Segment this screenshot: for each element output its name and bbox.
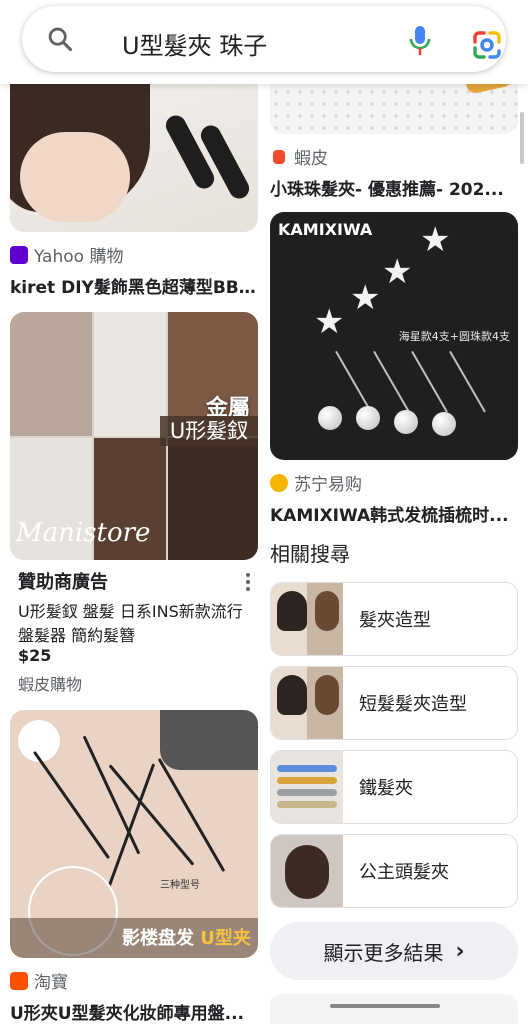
image-tile: [94, 312, 166, 436]
model-face: [20, 132, 130, 222]
related-search-label: 鐵髮夾: [359, 778, 413, 799]
related-searches-heading: 相關搜尋: [270, 542, 350, 566]
image-overlay-text: 海星款4支+圆珠款4支: [398, 330, 510, 343]
result-title[interactable]: U形夾U型髮夾化妝師專用盤...: [10, 999, 258, 1024]
related-thumbnail: [271, 583, 343, 655]
starfish-shape: ★: [314, 302, 345, 342]
show-more-results-button[interactable]: 顯示更多結果 ›: [270, 922, 518, 980]
result-card[interactable]: 苏宁易购 KAMIXIWA韩式发梳插梳时...: [270, 470, 518, 526]
result-card[interactable]: 蝦皮 小珠珠髮夾- 優惠推薦- 202...: [270, 144, 518, 200]
pearl-shape: [356, 406, 380, 430]
taobao-favicon-icon: [10, 971, 28, 990]
search-box[interactable]: U型髮夾 珠子: [22, 6, 506, 72]
result-source: Yahoo 購物: [10, 242, 258, 267]
store-name: 蝦皮購物: [18, 675, 83, 694]
shopee-favicon-icon: [273, 149, 285, 164]
hair-pin-shape: [157, 757, 226, 873]
search-query[interactable]: U型髮夾 珠子: [122, 26, 267, 61]
related-thumbnail: [271, 751, 343, 823]
related-thumbnail: [271, 835, 343, 907]
related-search-label: 髮夾造型: [359, 610, 431, 631]
result-card[interactable]: Yahoo 購物 kiret DIY髮飾黑色超薄型BB...: [10, 242, 258, 298]
show-more-label: 顯示更多結果: [323, 940, 444, 965]
image-overlay-text: KAMIXIWA: [278, 220, 373, 239]
result-image[interactable]: KAMIXIWA 海星款4支+圆珠款4支 ★ ★ ★ ★: [270, 212, 518, 460]
suning-favicon-icon: [270, 473, 288, 492]
result-card[interactable]: 淘寶 U形夾U型髮夾化妝師專用盤...: [10, 968, 258, 1024]
starfish-shape: ★: [382, 252, 413, 292]
related-thumbnail: [271, 667, 343, 739]
hair-pin-shape: [330, 1004, 440, 1008]
mic-icon[interactable]: [408, 24, 432, 58]
related-search-item[interactable]: 髮夾造型: [270, 582, 518, 656]
sponsored-card[interactable]: 贊助商廣告 U形髮釵 盤髮 日系INS新款流行盤髮器 簡約髮簪 $25 蝦皮購物: [18, 568, 258, 695]
image-overlay-text: U形髮釵: [160, 416, 258, 446]
image-tile: [10, 312, 92, 436]
starfish-shape: ★: [420, 220, 451, 260]
related-search-item[interactable]: 短髮髮夾造型: [270, 666, 518, 740]
pearl-shape: [318, 406, 342, 430]
pearl-pin-shape: [449, 350, 486, 413]
image-watermark: Manistore: [16, 518, 151, 548]
result-source: 淘寶: [10, 968, 258, 993]
pearl-pin-shape: [335, 350, 372, 413]
related-search-label: 公主頭髮夾: [359, 862, 449, 883]
result-image[interactable]: 三种型号 影楼盘发 U型夹: [10, 710, 258, 958]
product-price: $25: [18, 646, 52, 665]
related-search-label: 短髮髮夾造型: [359, 694, 467, 715]
image-overlay-text: 三种型号: [160, 880, 200, 891]
pearl-pin-shape: [411, 350, 448, 413]
starfish-shape: ★: [350, 278, 381, 318]
result-image[interactable]: [10, 62, 258, 232]
image-overlay-text: 影楼盘发 U型夹: [122, 928, 251, 949]
image-tile: [168, 438, 258, 560]
related-search-item[interactable]: 鐵髮夾: [270, 750, 518, 824]
result-title[interactable]: 小珠珠髮夾- 優惠推薦- 202...: [270, 175, 518, 200]
yahoo-favicon-icon: [10, 245, 28, 264]
pin-tray: [160, 710, 258, 770]
pearl-shape: [432, 412, 456, 436]
sponsored-description[interactable]: U形髮釵 盤髮 日系INS新款流行盤髮器 簡約髮簪: [18, 600, 258, 646]
scrollbar[interactable]: [520, 112, 524, 164]
pearl-pin-shape: [373, 350, 410, 413]
result-source: 蝦皮: [270, 144, 518, 169]
source-name: Yahoo 購物: [34, 247, 124, 267]
source-name: 淘寶: [34, 973, 68, 993]
result-title[interactable]: kiret DIY髮飾黑色超薄型BB...: [10, 273, 258, 298]
top-bar: U型髮夾 珠子: [0, 0, 528, 84]
hair-pin-shape: [107, 763, 156, 887]
sponsored-heading: 贊助商廣告: [18, 572, 108, 593]
result-source: 苏宁易购: [270, 470, 518, 495]
related-search-item[interactable]: 公主頭髮夾: [270, 834, 518, 908]
more-options-icon[interactable]: [238, 570, 258, 594]
sponsored-image[interactable]: 金屬 U形髮釵 Manistore: [10, 312, 258, 560]
google-lens-icon[interactable]: [471, 30, 503, 60]
result-image[interactable]: [270, 994, 518, 1024]
source-name: 蝦皮: [294, 149, 328, 169]
result-title[interactable]: KAMIXIWA韩式发梳插梳时...: [270, 501, 518, 526]
source-name: 苏宁易购: [294, 475, 362, 495]
chevron-right-icon: ›: [455, 938, 465, 964]
search-icon[interactable]: [46, 25, 74, 53]
pearl-shape: [394, 410, 418, 434]
